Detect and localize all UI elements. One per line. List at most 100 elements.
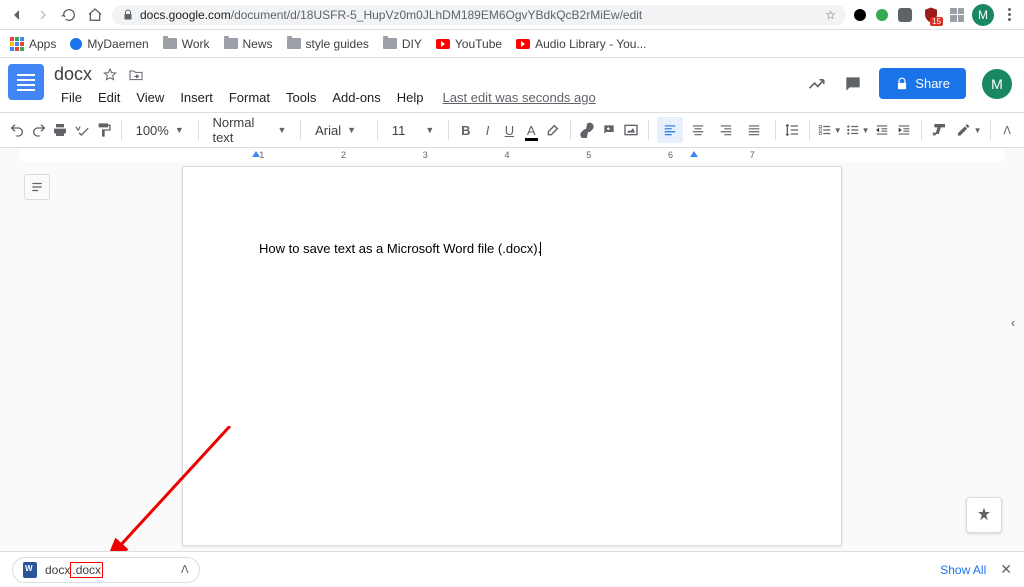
link-button[interactable] <box>579 117 597 143</box>
align-center[interactable] <box>685 117 711 143</box>
bold-button[interactable]: B <box>457 117 475 143</box>
doc-area: 1 2 3 4 5 6 7 How to save text as a Micr… <box>0 148 1024 558</box>
close-download-bar[interactable]: ✕ <box>1000 561 1012 578</box>
bookmark-audiolib[interactable]: Audio Library - You... <box>516 37 646 51</box>
italic-button[interactable]: I <box>479 117 497 143</box>
menu-insert[interactable]: Insert <box>173 87 220 108</box>
menu-format[interactable]: Format <box>222 87 277 108</box>
comment-button[interactable] <box>600 117 618 143</box>
indent-decrease[interactable] <box>874 117 892 143</box>
ext-grid[interactable] <box>950 8 964 22</box>
last-edit[interactable]: Last edit was seconds ago <box>443 90 596 105</box>
ext-shield-badge: 15 <box>930 17 943 26</box>
apps-label: Apps <box>29 37 56 51</box>
textcolor-button[interactable]: A <box>522 117 540 143</box>
right-indent-marker[interactable] <box>690 151 698 157</box>
indent-increase[interactable] <box>895 117 913 143</box>
address-bar[interactable]: docs.google.com/document/d/18USFR-5_HupV… <box>112 5 846 25</box>
paint-format-button[interactable] <box>95 117 113 143</box>
side-panel-toggle[interactable]: ‹ <box>1004 308 1022 336</box>
undo-button[interactable] <box>8 117 26 143</box>
forward-button[interactable] <box>34 6 52 24</box>
back-button[interactable] <box>8 6 26 24</box>
youtube-icon <box>436 39 450 49</box>
bookmark-youtube[interactable]: YouTube <box>436 37 502 51</box>
align-left[interactable] <box>657 117 683 143</box>
indent-marker[interactable] <box>252 151 260 157</box>
comments-icon[interactable] <box>843 74 863 94</box>
reload-button[interactable] <box>60 6 78 24</box>
bookmark-styleguides[interactable]: style guides <box>287 37 369 51</box>
menu-view[interactable]: View <box>129 87 171 108</box>
folder-icon <box>224 38 238 49</box>
account-avatar[interactable]: M <box>982 69 1012 99</box>
bookmark-news[interactable]: News <box>224 37 273 51</box>
menu-file[interactable]: File <box>54 87 89 108</box>
collapse-toolbar[interactable]: ᐱ <box>998 117 1016 143</box>
style-select[interactable]: Normal text▼ <box>206 115 292 145</box>
fontsize-select[interactable]: 11▼ <box>386 123 440 138</box>
ext-dot-black[interactable] <box>854 9 866 21</box>
profile-avatar[interactable]: M <box>972 4 994 26</box>
menu-edit[interactable]: Edit <box>91 87 127 108</box>
align-justify[interactable] <box>741 117 767 143</box>
youtube-icon <box>516 39 530 49</box>
lock-icon <box>895 77 909 91</box>
bookmark-label: YouTube <box>455 37 502 51</box>
underline-button[interactable]: U <box>501 117 519 143</box>
line-spacing[interactable] <box>783 117 801 143</box>
download-chevron[interactable]: ᐱ <box>181 563 189 576</box>
ruler[interactable]: 1 2 3 4 5 6 7 <box>20 148 1004 162</box>
bulleted-list[interactable]: ▼ <box>846 117 870 143</box>
apps-button[interactable]: Apps <box>10 37 56 51</box>
download-chip[interactable]: W docx.docx ᐱ <box>12 557 200 583</box>
style-value: Normal text <box>212 115 271 145</box>
explore-button[interactable] <box>966 497 1002 533</box>
page[interactable]: How to save text as a Microsoft Word fil… <box>182 166 842 546</box>
extensions: 15 <box>854 6 964 24</box>
apps-icon <box>10 37 24 51</box>
browser-menu[interactable] <box>1002 8 1016 21</box>
image-button[interactable] <box>622 117 640 143</box>
redo-button[interactable] <box>30 117 48 143</box>
checklist[interactable]: ▼ <box>818 117 842 143</box>
bookmark-work[interactable]: Work <box>163 37 210 51</box>
menu-help[interactable]: Help <box>390 87 431 108</box>
bookmark-label: Work <box>182 37 210 51</box>
globe-icon <box>70 38 82 50</box>
star-icon[interactable]: ☆ <box>825 8 836 22</box>
spellcheck-button[interactable] <box>73 117 91 143</box>
zoom-select[interactable]: 100%▼ <box>130 123 190 138</box>
star-button[interactable] <box>102 67 118 83</box>
bookmark-label: Audio Library - You... <box>535 37 646 51</box>
editing-mode[interactable]: ▼ <box>956 117 982 143</box>
highlight-button[interactable] <box>544 117 562 143</box>
ruler-mark: 3 <box>423 150 428 160</box>
doc-title[interactable]: docx <box>54 64 92 85</box>
share-button[interactable]: Share <box>879 68 966 99</box>
print-button[interactable] <box>52 117 70 143</box>
bookmark-diy[interactable]: DIY <box>383 37 422 51</box>
clear-format[interactable] <box>930 117 948 143</box>
font-select[interactable]: Arial▼ <box>309 123 369 138</box>
show-all-button[interactable]: Show All <box>940 563 986 577</box>
folder-icon <box>287 38 301 49</box>
font-value: Arial <box>315 123 341 138</box>
move-button[interactable] <box>128 67 144 83</box>
folder-icon <box>163 38 177 49</box>
trend-icon[interactable] <box>807 74 827 94</box>
align-right[interactable] <box>713 117 739 143</box>
url-host: docs.google.com <box>140 8 231 22</box>
home-button[interactable] <box>86 6 104 24</box>
menu-tools[interactable]: Tools <box>279 87 323 108</box>
ext-square[interactable] <box>898 8 912 22</box>
download-bar: W docx.docx ᐱ Show All ✕ <box>0 551 1024 587</box>
ruler-mark: 2 <box>341 150 346 160</box>
ext-dot-green[interactable] <box>876 9 888 21</box>
docs-logo[interactable] <box>8 64 44 100</box>
bookmark-mydaemen[interactable]: MyDaemen <box>70 37 148 51</box>
ext-shield[interactable]: 15 <box>922 6 940 24</box>
menu-bar: File Edit View Insert Format Tools Add-o… <box>54 87 807 108</box>
menu-addons[interactable]: Add-ons <box>325 87 387 108</box>
ruler-mark: 4 <box>504 150 509 160</box>
